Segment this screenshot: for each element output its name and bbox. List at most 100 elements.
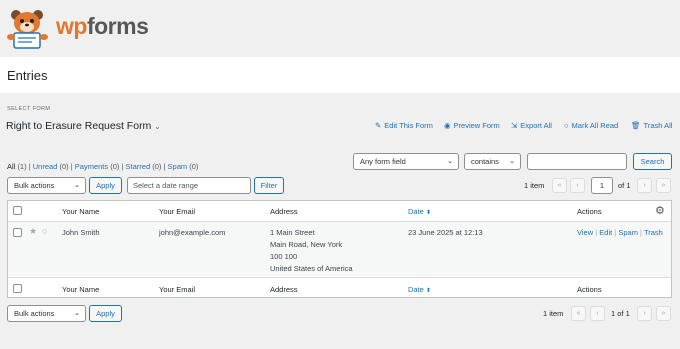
last-page-button-bottom[interactable]: » [656,306,671,321]
apply-button-bottom[interactable]: Apply [89,305,122,322]
eye-icon: ◉ [444,121,451,130]
row-actions: View | Edit | Spam | Trash [577,227,663,239]
bulk-actions-select[interactable]: Bulk actions ⌄ [7,177,86,194]
trash-icon: 🗑 [631,121,641,130]
separator: | [640,228,642,237]
wordmark-wp: wp [56,13,87,39]
separator: | [163,162,166,171]
separator: | [70,162,73,171]
separator: | [614,228,617,237]
prev-page-button[interactable]: ‹ [570,178,585,193]
search-operator-select[interactable]: contains ⌄ [464,153,521,170]
select-all-checkbox-footer[interactable] [13,284,22,293]
row-date: 23 June 2025 at 12:13 [408,228,483,237]
mark-all-read-link[interactable]: ○ Mark All Read [564,121,618,130]
view-link[interactable]: View [577,228,593,237]
divider [8,277,671,278]
col-email-footer: Your Email [159,285,195,294]
edit-link[interactable]: Edit [599,228,612,237]
row-name: John Smith [62,228,100,237]
col-date-header[interactable]: Date ⬍ [408,207,431,216]
col-email-header: Your Email [159,207,195,216]
current-page-input[interactable]: 1 [591,177,613,194]
select-all-checkbox[interactable] [13,206,22,215]
search-button[interactable]: Search [633,153,672,170]
search-input[interactable] [527,153,627,170]
last-page-button[interactable]: » [656,178,671,193]
col-actions-header: Actions [577,207,602,216]
circle-icon: ○ [564,121,569,130]
date-range-input[interactable]: Select a date range [127,177,251,194]
chevron-down-icon[interactable]: ⌄ [154,122,161,131]
filter-spam[interactable]: Spam [168,162,188,171]
filter-all[interactable]: All [7,162,15,171]
gear-icon[interactable]: ⚙ [655,204,665,217]
row-email: john@example.com [159,228,226,237]
trash-all-label: Trash All [643,121,673,130]
read-status-icon[interactable]: ○ [42,226,47,236]
chevron-down-icon: ⌄ [74,182,80,189]
filter-payments-count: (0) [110,162,120,171]
bulk-actions-select-bottom[interactable]: Bulk actions ⌄ [7,305,86,322]
chevron-down-icon: ⌄ [74,310,80,317]
filter-spam-count: (0) [189,162,199,171]
row-checkbox[interactable] [13,228,22,237]
search-field-select[interactable]: Any form field ⌄ [353,153,459,170]
wpforms-bear-logo-icon [7,10,48,49]
filter-unread[interactable]: Unread [33,162,58,171]
filter-unread-count: (0) [59,162,69,171]
divider [8,221,671,222]
items-count-bottom: 1 item [543,309,564,318]
col-actions-footer: Actions [577,285,602,294]
preview-form-link[interactable]: ◉ Preview Form [444,121,500,130]
trash-link[interactable]: Trash [644,228,663,237]
wpforms-wordmark: wpforms [56,12,149,40]
next-page-button-bottom[interactable]: › [637,306,652,321]
next-page-button[interactable]: › [637,178,652,193]
page-of-label-bottom: 1 of 1 [611,309,630,318]
form-selector[interactable]: Right to Erasure Request Form [6,120,151,132]
export-icon: ⇲ [511,121,518,130]
col-name-footer: Your Name [62,285,100,294]
mark-all-read-label: Mark All Read [571,121,619,130]
search-operator-value: contains [471,157,499,166]
row-address: 1 Main Street Main Road, New York 100 10… [270,227,353,275]
preview-form-label: Preview Form [453,121,500,130]
chevron-down-icon: ⌄ [447,158,453,165]
select-form-label: SELECT FORM [7,106,51,112]
apply-button[interactable]: Apply [89,177,122,194]
prev-page-button-bottom[interactable]: ‹ [590,306,605,321]
sort-icon: ⬍ [425,288,431,294]
address-line: Main Road, New York [270,240,343,249]
separator: | [595,228,598,237]
edit-form-link[interactable]: ✎ Edit This Form [375,121,433,130]
col-name-header: Your Name [62,207,100,216]
col-address-header: Address [270,207,298,216]
chevron-down-icon: ⌄ [509,158,515,165]
filter-starred-count: (0) [152,162,162,171]
separator: | [121,162,124,171]
bulk-actions-value: Bulk actions [14,309,55,318]
trash-all-link[interactable]: 🗑 Trash All [631,121,672,130]
filter-button[interactable]: Filter [254,177,284,194]
edit-form-label: Edit This Form [384,121,433,130]
separator: | [28,162,31,171]
bulk-actions-value: Bulk actions [14,181,55,190]
address-line: 100 100 [270,252,298,261]
filter-starred[interactable]: Starred [126,162,151,171]
wordmark-forms: forms [86,13,149,39]
sort-icon: ⬍ [425,210,431,216]
spam-link[interactable]: Spam [618,228,638,237]
page-title: Entries [7,68,48,83]
status-filters: All (1) | Unread (0) | Payments (0) | St… [7,162,198,171]
col-date-label: Date [408,285,424,294]
first-page-button[interactable]: « [552,178,567,193]
col-date-label: Date [408,207,424,216]
col-date-footer[interactable]: Date ⬍ [408,285,431,294]
export-all-label: Export All [520,121,552,130]
filter-payments[interactable]: Payments [75,162,108,171]
first-page-button-bottom[interactable]: « [571,306,586,321]
star-icon[interactable]: ★ [29,226,37,237]
search-field-value: Any form field [360,157,406,166]
export-all-link[interactable]: ⇲ Export All [511,121,552,130]
